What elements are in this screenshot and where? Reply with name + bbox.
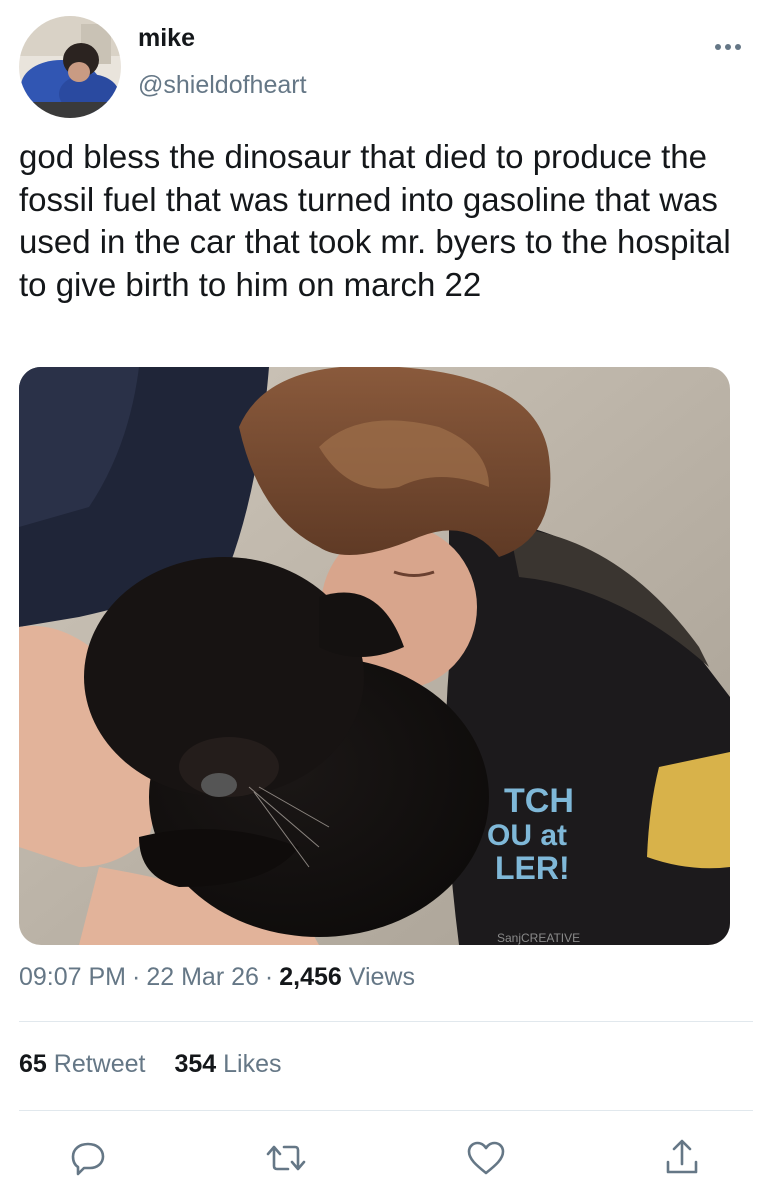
tweet-date[interactable]: 22 Mar 26 (146, 963, 259, 991)
user-handle[interactable]: @shieldofheart (138, 71, 307, 100)
avatar[interactable] (19, 16, 121, 118)
meta-separator: · (264, 963, 274, 991)
shirt-text-line-2: OU at (487, 819, 567, 852)
meta-separator: · (132, 963, 141, 991)
photo-illustration: TCH OU at LER! SanjCREATIVE (19, 367, 730, 945)
share-icon[interactable] (660, 1136, 704, 1180)
retweets-stat[interactable]: 65 Retweet (19, 1050, 145, 1078)
shirt-text-line-1: TCH (504, 782, 574, 820)
tweet-photo[interactable]: TCH OU at LER! SanjCREATIVE (19, 367, 730, 945)
shirt-brand-text: SanjCREATIVE (497, 931, 580, 945)
reply-icon[interactable] (66, 1136, 110, 1180)
likes-count: 354 (174, 1050, 217, 1078)
retweet-icon[interactable] (264, 1136, 308, 1180)
tweet-text: god bless the dinosaur that died to prod… (19, 138, 731, 303)
views-label: Views (348, 963, 415, 991)
tweet-stats: 65 Retweet 354 Likes (19, 1050, 303, 1079)
divider (19, 1110, 753, 1111)
more-options-icon[interactable] (708, 30, 748, 60)
divider (19, 1021, 753, 1022)
tweet-time[interactable]: 09:07 PM (19, 963, 126, 991)
likes-label: Likes (223, 1050, 282, 1078)
likes-stat[interactable]: 354 Likes (174, 1050, 281, 1078)
avatar-photo (19, 16, 121, 118)
display-name[interactable]: mike (138, 24, 195, 53)
tweet-meta: 09:07 PM · 22 Mar 26 · 2,456 Views (19, 963, 415, 992)
retweets-count: 65 (19, 1050, 47, 1078)
retweets-label: Retweet (53, 1050, 146, 1078)
like-icon[interactable] (464, 1136, 508, 1180)
views-count: 2,456 (279, 963, 342, 991)
shirt-text-line-3: LER! (495, 850, 570, 886)
